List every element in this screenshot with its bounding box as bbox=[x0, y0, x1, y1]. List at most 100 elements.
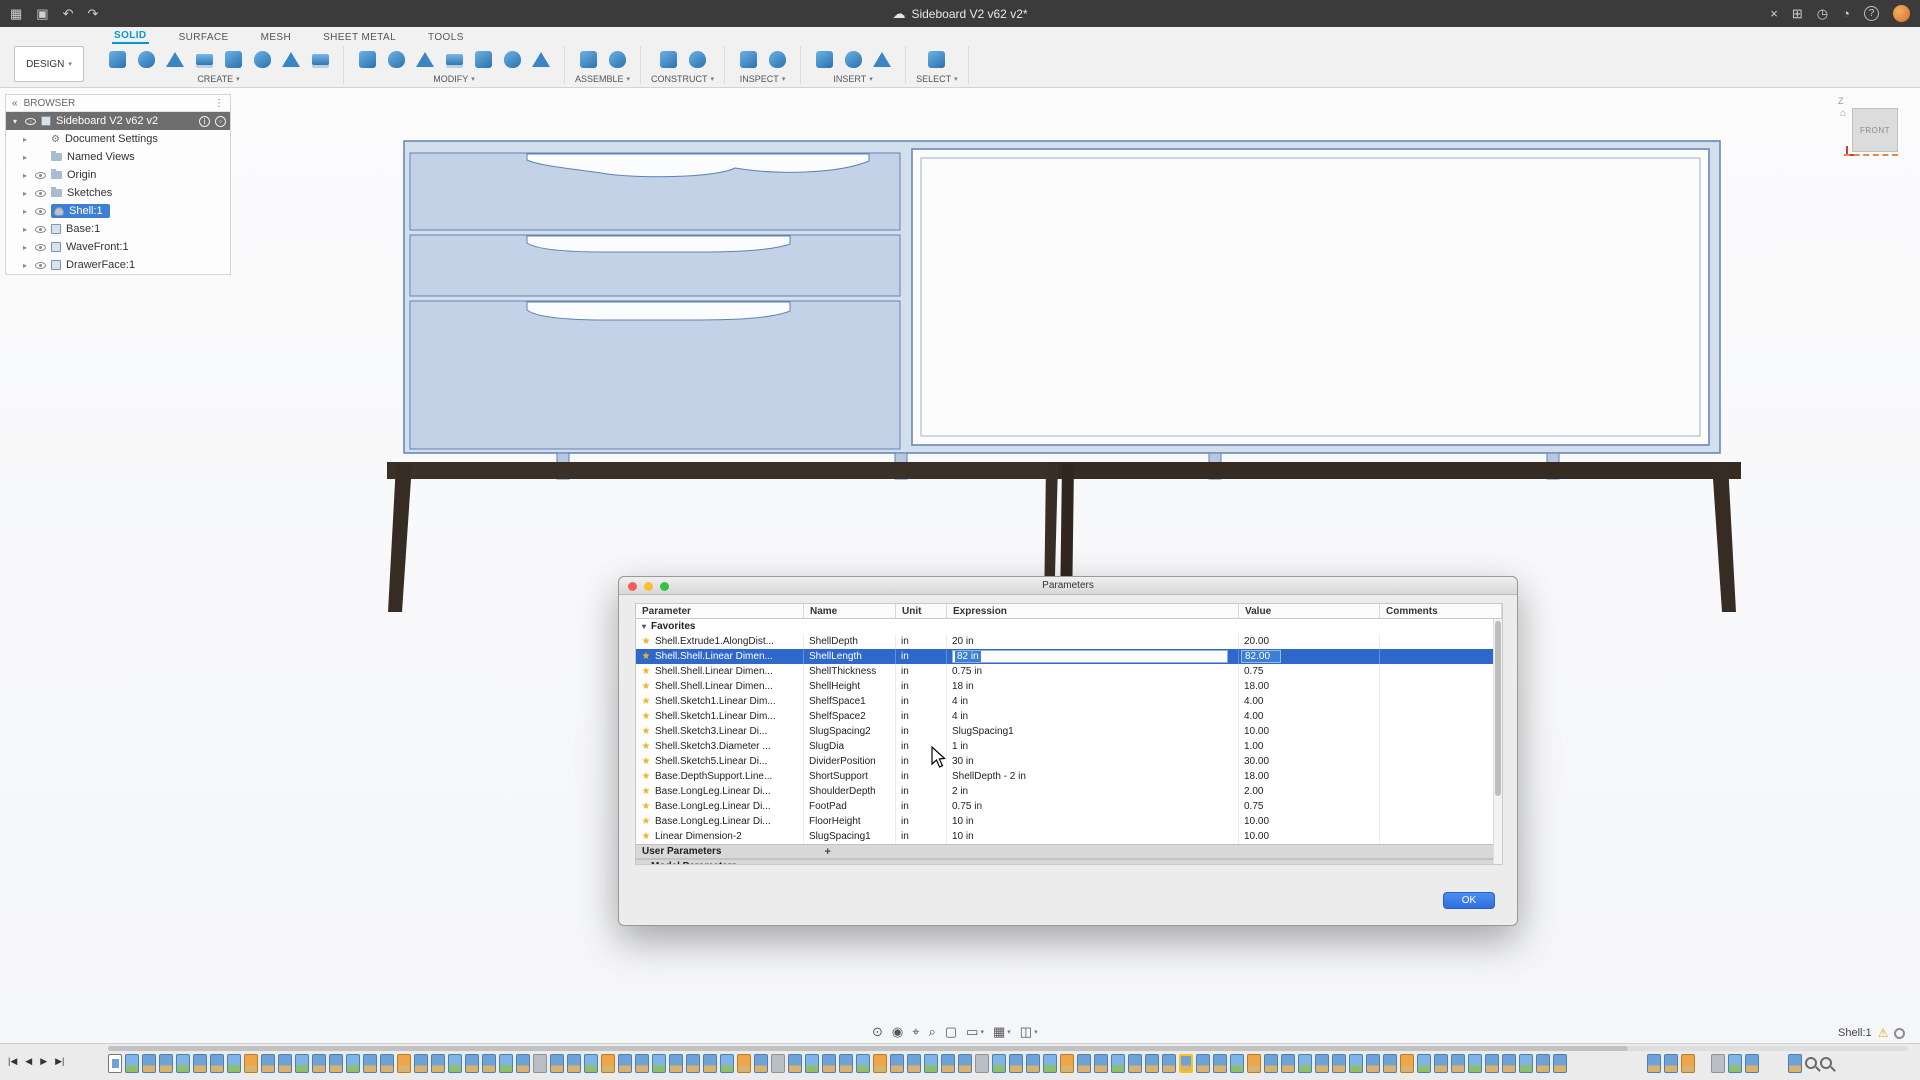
expression-edit-box[interactable]: 82 in bbox=[952, 650, 1228, 663]
viewports-icon[interactable]: ◫▾ bbox=[1020, 1024, 1038, 1040]
collapse-panel-icon[interactable]: « bbox=[12, 98, 18, 109]
timeline-feature-icon[interactable] bbox=[1728, 1054, 1742, 1073]
open-compartment[interactable] bbox=[912, 149, 1709, 445]
save-icon[interactable]: ▣ bbox=[36, 0, 48, 27]
group-label-modify[interactable]: MODIFY▾ bbox=[433, 74, 475, 84]
redo-icon[interactable]: ↷ bbox=[88, 0, 99, 27]
rib-icon[interactable] bbox=[249, 46, 275, 72]
column-header-comments[interactable]: Comments bbox=[1380, 604, 1502, 618]
parameter-row-floorheight[interactable]: ★Base.LongLeg.Linear Di...FloorHeightin1… bbox=[636, 814, 1502, 829]
sweep-icon[interactable] bbox=[191, 46, 217, 72]
timeline-feature-icon[interactable] bbox=[1711, 1054, 1725, 1073]
timeline-feature-icon[interactable] bbox=[1026, 1054, 1040, 1073]
timeline-feature-icon[interactable] bbox=[1451, 1054, 1465, 1073]
timeline-feature-icon[interactable] bbox=[1162, 1054, 1176, 1073]
new-component-icon[interactable] bbox=[575, 46, 601, 72]
zoom-icon[interactable]: ⌕ bbox=[929, 1024, 936, 1040]
section-model-parameters[interactable]: ▸Model Parameters bbox=[636, 859, 1502, 865]
cell-expression[interactable]: 18 in bbox=[947, 679, 1239, 694]
undo-icon[interactable]: ↶ bbox=[63, 0, 74, 27]
timeline-feature-icon[interactable] bbox=[1281, 1054, 1295, 1073]
timeline-feature-icon[interactable] bbox=[1111, 1054, 1125, 1073]
expand-arrow-icon[interactable]: ▸ bbox=[20, 153, 30, 162]
new-sketch-icon[interactable] bbox=[104, 46, 130, 72]
activate-component-icon[interactable]: ◦ bbox=[215, 116, 226, 127]
timeline-feature-icon[interactable] bbox=[533, 1054, 547, 1073]
timeline-feature-icon[interactable] bbox=[499, 1054, 513, 1073]
timeline-feature-icon[interactable] bbox=[1647, 1054, 1661, 1073]
favorite-star-icon[interactable]: ★ bbox=[640, 724, 652, 739]
timeline-feature-icon[interactable] bbox=[1060, 1054, 1074, 1073]
favorite-star-icon[interactable]: ★ bbox=[640, 814, 652, 829]
fit-icon[interactable]: ▢ bbox=[945, 1024, 957, 1040]
timeline-feature-icon[interactable] bbox=[261, 1054, 275, 1073]
visibility-eye-icon[interactable] bbox=[25, 118, 36, 125]
timeline-feature-icon[interactable] bbox=[686, 1054, 700, 1073]
timeline-feature-icon[interactable] bbox=[635, 1054, 649, 1073]
timeline-feature-icon[interactable] bbox=[1196, 1054, 1210, 1073]
timeline-feature-icon[interactable] bbox=[1536, 1054, 1550, 1073]
visibility-eye-icon[interactable] bbox=[35, 226, 46, 233]
table-scrollbar[interactable] bbox=[1493, 619, 1502, 864]
group-label-create[interactable]: CREATE▾ bbox=[197, 74, 239, 84]
timeline-feature-icon[interactable] bbox=[312, 1054, 326, 1073]
apps-grid-icon[interactable]: ▦ bbox=[10, 0, 22, 27]
favorite-star-icon[interactable]: ★ bbox=[640, 754, 652, 769]
base-rail-left[interactable] bbox=[387, 462, 1079, 479]
viewcube-front-face[interactable]: FRONT bbox=[1852, 108, 1898, 152]
expand-arrow-icon[interactable]: ▾ bbox=[10, 117, 20, 126]
cell-expression[interactable]: 82 in bbox=[947, 649, 1239, 664]
tab-sheet-metal[interactable]: SHEET METAL bbox=[321, 32, 398, 44]
cell-comments[interactable] bbox=[1380, 724, 1502, 739]
cell-comments[interactable] bbox=[1380, 649, 1502, 664]
combine-icon[interactable] bbox=[441, 46, 467, 72]
loft-icon[interactable] bbox=[220, 46, 246, 72]
parameter-row-shellthickness[interactable]: ★Shell.Shell.Linear Dimen...ShellThickne… bbox=[636, 664, 1502, 679]
timeline-feature-icon[interactable] bbox=[1434, 1054, 1448, 1073]
timeline-feature-icon[interactable] bbox=[737, 1054, 751, 1073]
cell-expression[interactable]: 0.75 in bbox=[947, 664, 1239, 679]
timeline-feature-icon[interactable] bbox=[1400, 1054, 1414, 1073]
expand-arrow-icon[interactable]: ▸ bbox=[20, 261, 30, 270]
timeline-feature-icon[interactable] bbox=[822, 1054, 836, 1073]
favorite-star-icon[interactable]: ★ bbox=[640, 649, 652, 664]
display-settings-icon[interactable]: ▭▾ bbox=[966, 1024, 984, 1040]
favorite-star-icon[interactable]: ★ bbox=[640, 664, 652, 679]
timeline-feature-icon[interactable] bbox=[1094, 1054, 1108, 1073]
visibility-eye-icon[interactable] bbox=[35, 172, 46, 179]
visibility-eye-icon[interactable] bbox=[35, 190, 46, 197]
timeline-feature-icon[interactable] bbox=[1681, 1054, 1695, 1073]
revolve-icon[interactable] bbox=[162, 46, 188, 72]
timeline-feature-icon[interactable] bbox=[278, 1054, 292, 1073]
timeline-feature-icon[interactable] bbox=[1077, 1054, 1091, 1073]
expand-arrow-icon[interactable]: ▸ bbox=[20, 225, 30, 234]
timeline-feature-icon[interactable] bbox=[176, 1054, 190, 1073]
avatar[interactable] bbox=[1893, 5, 1910, 22]
timeline-feature-icon[interactable] bbox=[1805, 1057, 1817, 1069]
timeline-feature-icon[interactable] bbox=[1664, 1054, 1678, 1073]
cell-expression[interactable]: 2 in bbox=[947, 784, 1239, 799]
timeline-feature-icon[interactable] bbox=[1383, 1054, 1397, 1073]
scrollbar-thumb[interactable] bbox=[1495, 621, 1501, 796]
leg-left[interactable] bbox=[388, 464, 412, 612]
timeline-feature-icon[interactable] bbox=[431, 1054, 445, 1073]
cell-comments[interactable] bbox=[1380, 784, 1502, 799]
history-icon[interactable]: ◷ bbox=[1817, 0, 1828, 27]
cell-comments[interactable] bbox=[1380, 829, 1502, 844]
base-rail-right[interactable] bbox=[1050, 462, 1741, 479]
construction-plane-icon[interactable] bbox=[655, 46, 681, 72]
close-icon[interactable]: × bbox=[1770, 0, 1778, 27]
measure-icon[interactable] bbox=[735, 46, 761, 72]
home-view-icon[interactable]: ⌂ bbox=[1840, 108, 1846, 119]
timeline-feature-icon[interactable] bbox=[380, 1054, 394, 1073]
offset-face-icon[interactable] bbox=[470, 46, 496, 72]
expand-arrow-icon[interactable]: ▸ bbox=[20, 207, 30, 216]
timeline-feature-icon[interactable] bbox=[108, 1054, 122, 1073]
cell-comments[interactable] bbox=[1380, 634, 1502, 649]
browser-item-shell-1[interactable]: ▸Shell:1 bbox=[6, 202, 230, 220]
column-header-name[interactable]: Name bbox=[804, 604, 896, 618]
timeline-feature-icon[interactable] bbox=[516, 1054, 530, 1073]
timeline-feature-icon[interactable] bbox=[839, 1054, 853, 1073]
viewcube[interactable]: Z ⌂ FRONT bbox=[1838, 96, 1908, 176]
pan-icon[interactable]: ⌖ bbox=[912, 1024, 919, 1040]
